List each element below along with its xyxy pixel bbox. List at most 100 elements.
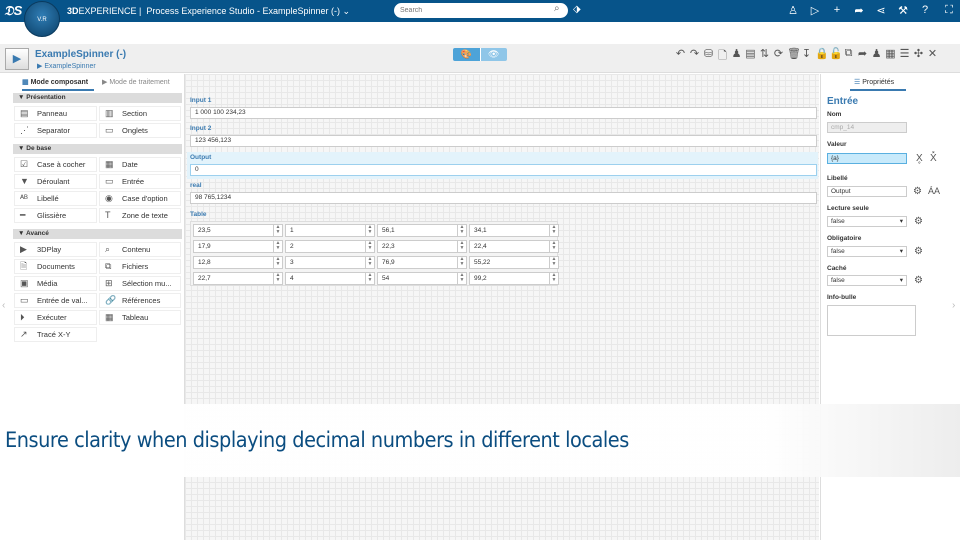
obligatoire-select[interactable]: false ▾ xyxy=(827,246,907,257)
spinner-arrows-icon[interactable]: ▲ ▼ xyxy=(273,225,282,236)
palette-item[interactable]: 🔗 Références xyxy=(99,293,181,308)
breadcrumb[interactable]: ▶ ExampleSpinner xyxy=(37,62,96,70)
spinner-arrows-icon[interactable]: ▲ ▼ xyxy=(365,241,374,252)
palette-item[interactable]: ▼ Déroulant xyxy=(14,174,97,189)
field-input-2[interactable]: 0 xyxy=(190,164,817,176)
insert-icon[interactable]: ↧ xyxy=(801,47,812,66)
palette-item[interactable]: ▥ Section xyxy=(99,106,181,121)
field-input-0[interactable]: 1 000 100 234,23 xyxy=(190,107,817,119)
palette-item[interactable]: ↗ Tracé X-Y xyxy=(14,327,97,342)
trash-icon[interactable]: 🗑 xyxy=(787,47,801,66)
tab-mode-composant[interactable]: ▦ Mode composant xyxy=(22,77,94,91)
field-input-3[interactable]: 98 765,1234 xyxy=(190,192,817,204)
palette-item[interactable]: ⧉ Fichiers xyxy=(99,259,181,274)
collapse-right-icon[interactable]: › xyxy=(952,300,955,311)
tag-icon[interactable]: ▷ xyxy=(808,4,822,17)
libelle-field[interactable]: Output xyxy=(827,186,907,197)
variable-icon[interactable]: X̥ xyxy=(916,153,923,164)
spinner-cell[interactable]: 22,4 ▲ ▼ xyxy=(469,240,559,253)
spinner-cell[interactable]: 22,3 ▲ ▼ xyxy=(377,240,467,253)
palette-item[interactable]: ▶ 3DPlay xyxy=(14,242,97,257)
redo-icon[interactable]: ↷ xyxy=(689,47,700,66)
info-bulle-textarea[interactable] xyxy=(827,305,916,336)
tag-icon[interactable]: ⬗ xyxy=(573,4,581,15)
spinner-cell[interactable]: 3 ▲ ▼ xyxy=(285,256,375,269)
spinner-arrows-icon[interactable]: ▲ ▼ xyxy=(549,257,558,268)
spinner-arrows-icon[interactable]: ▲ ▼ xyxy=(365,257,374,268)
undo-icon[interactable]: ↶ xyxy=(675,47,686,66)
spinner-cell[interactable]: 99,2 ▲ ▼ xyxy=(469,272,559,285)
fullscreen-icon[interactable]: ⛶ xyxy=(942,4,956,17)
share-icon[interactable]: ➦ xyxy=(852,4,866,17)
close-icon[interactable]: ✕ xyxy=(927,47,938,66)
expand-icon[interactable]: ✣ xyxy=(913,47,924,66)
palette-item[interactable]: 🗎 Documents xyxy=(14,259,97,274)
chevron-down-icon[interactable]: ⌄ xyxy=(343,6,351,16)
palette-item[interactable]: ━ Glissière xyxy=(14,208,97,223)
spinner-arrows-icon[interactable]: ▲ ▼ xyxy=(273,273,282,284)
section-header-0[interactable]: ▼ Présentation xyxy=(13,93,182,103)
spinner-arrows-icon[interactable]: ▲ ▼ xyxy=(457,225,466,236)
clear-variable-icon[interactable]: X̽ xyxy=(930,153,937,164)
mode-toggle[interactable]: 🎨 👁 xyxy=(453,48,507,61)
spinner-arrows-icon[interactable]: ▲ ▼ xyxy=(549,273,558,284)
palette-item[interactable]: T Zone de texte xyxy=(99,208,181,223)
list-icon[interactable]: ☰ xyxy=(899,47,910,66)
spinner-cell[interactable]: 22,7 ▲ ▼ xyxy=(193,272,283,285)
database-remove-icon[interactable]: ⛁ xyxy=(703,47,714,66)
help-icon[interactable]: ? xyxy=(918,4,932,16)
spinner-arrows-icon[interactable]: ▲ ▼ xyxy=(457,241,466,252)
collapse-left-icon[interactable]: ‹ xyxy=(2,300,5,311)
gear-icon[interactable]: ⚙ xyxy=(914,216,923,227)
spinner-arrows-icon[interactable]: ▲ ▼ xyxy=(457,273,466,284)
palette-item[interactable]: ▤ Panneau xyxy=(14,106,97,121)
spinner-cell[interactable]: 4 ▲ ▼ xyxy=(285,272,375,285)
palette-item[interactable]: ⏵ Exécuter xyxy=(14,310,97,325)
palette-item[interactable]: ᴬᴮ Libellé xyxy=(14,191,97,206)
spinner-arrows-icon[interactable]: ▲ ▼ xyxy=(365,273,374,284)
valeur-field[interactable]: {a} xyxy=(827,153,907,164)
spinner-cell[interactable]: 23,5 ▲ ▼ xyxy=(193,224,283,237)
spinner-arrows-icon[interactable]: ▲ ▼ xyxy=(457,257,466,268)
spinner-cell[interactable]: 55,22 ▲ ▼ xyxy=(469,256,559,269)
palette-item[interactable]: ⌕ Contenu xyxy=(99,242,181,257)
translate-icon[interactable]: ÁA xyxy=(928,186,940,196)
spinner-cell[interactable]: 12,8 ▲ ▼ xyxy=(193,256,283,269)
refresh-icon[interactable]: ⟳ xyxy=(773,47,784,66)
spinner-cell[interactable]: 54 ▲ ▼ xyxy=(377,272,467,285)
user-icon[interactable]: ♟ xyxy=(871,47,882,66)
palette-icon[interactable]: 🎨 xyxy=(453,48,480,61)
compass-icon[interactable]: V.R xyxy=(24,1,60,37)
search-icon[interactable]: ⌕ xyxy=(554,3,560,14)
section-header-1[interactable]: ▼ De base xyxy=(13,144,182,154)
lock-icon[interactable]: 🔒 xyxy=(815,47,829,66)
palette-item[interactable]: ▣ Média xyxy=(14,276,97,291)
search-input[interactable] xyxy=(394,3,568,18)
cache-select[interactable]: false ▾ xyxy=(827,275,907,286)
user-edit-icon[interactable]: ♟ xyxy=(731,47,742,66)
palette-item[interactable]: ⋰ Separator xyxy=(14,123,97,138)
sort-icon[interactable]: ⇅ xyxy=(759,47,770,66)
eye-icon[interactable]: 👁 xyxy=(479,48,507,61)
spinner-cell[interactable]: 17,9 ▲ ▼ xyxy=(193,240,283,253)
tools-icon[interactable]: ⚒ xyxy=(896,4,910,17)
palette-item[interactable]: ▭ Entrée de val... xyxy=(14,293,97,308)
gear-icon[interactable]: ⚙ xyxy=(914,246,923,257)
network-icon[interactable]: ⋖ xyxy=(874,4,888,17)
folder-remove-icon[interactable]: ▤ xyxy=(745,47,756,66)
spinner-arrows-icon[interactable]: ▲ ▼ xyxy=(365,225,374,236)
app-title[interactable]: 3DEXPERIENCE | Process Experience Studio… xyxy=(67,6,350,17)
tab-proprietes[interactable]: ☰ Propriétés xyxy=(850,78,906,91)
section-header-2[interactable]: ▼ Avancé xyxy=(13,229,182,239)
spinner-cell[interactable]: 2 ▲ ▼ xyxy=(285,240,375,253)
palette-item[interactable]: ▦ Tableau xyxy=(99,310,181,325)
palette-item[interactable]: ☑ Case à cocher xyxy=(14,157,97,172)
palette-item[interactable]: ▭ Entrée xyxy=(99,174,181,189)
spinner-arrows-icon[interactable]: ▲ ▼ xyxy=(549,225,558,236)
field-input-1[interactable]: 123 456,123 xyxy=(190,135,817,147)
tab-mode-traitement[interactable]: ▶ Mode de traitement xyxy=(102,77,170,91)
spinner-arrows-icon[interactable]: ▲ ▼ xyxy=(549,241,558,252)
spinner-cell[interactable]: 1 ▲ ▼ xyxy=(285,224,375,237)
spinner-arrows-icon[interactable]: ▲ ▼ xyxy=(273,241,282,252)
gear-icon[interactable]: ⚙ xyxy=(913,186,922,197)
